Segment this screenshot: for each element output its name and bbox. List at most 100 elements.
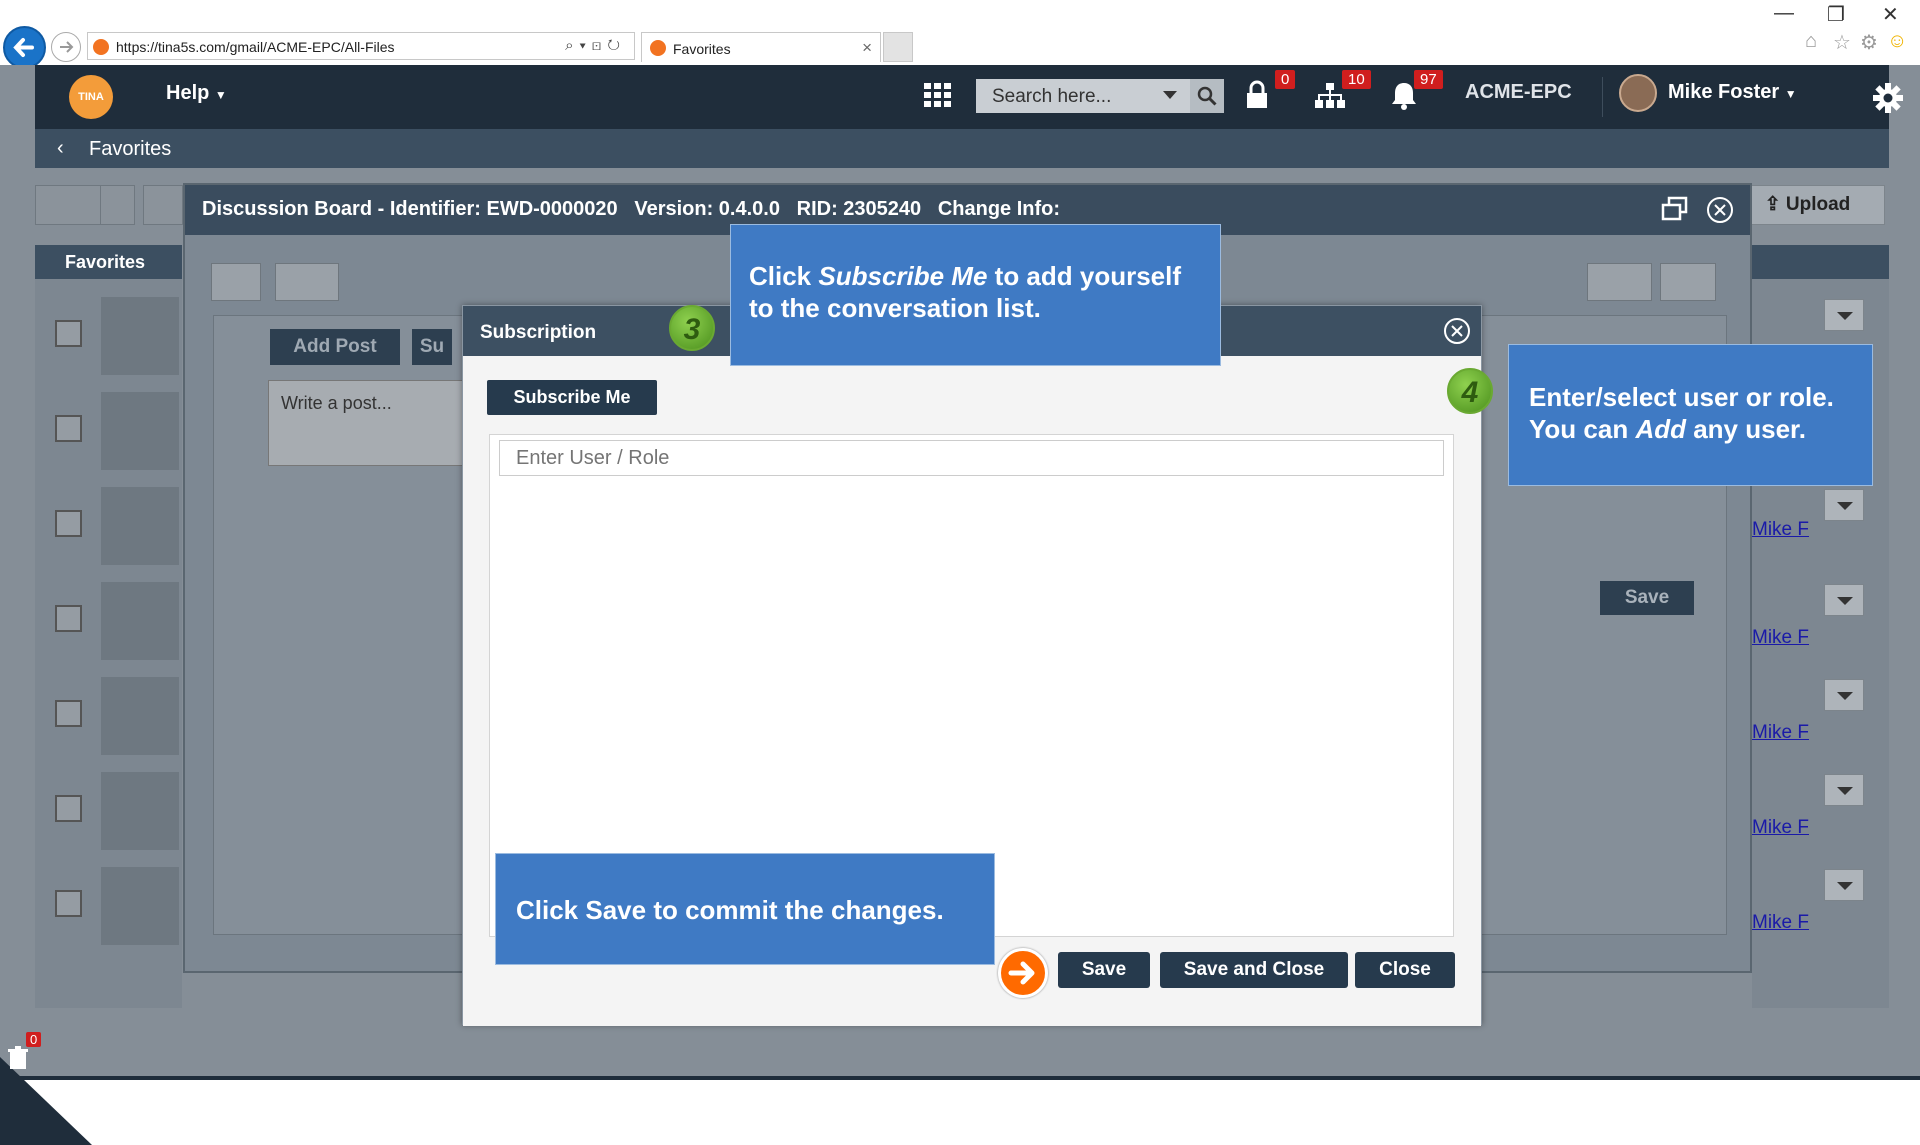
row-checkbox[interactable] bbox=[55, 605, 82, 632]
avatar[interactable] bbox=[1619, 74, 1657, 112]
new-tab-button[interactable] bbox=[883, 32, 913, 62]
favorite-star-icon[interactable] bbox=[1587, 263, 1652, 301]
row-checkbox[interactable] bbox=[55, 890, 82, 917]
callout-text: You can Add any user. bbox=[1529, 413, 1852, 445]
back-chevron-icon[interactable]: ‹ bbox=[57, 137, 64, 160]
help-menu[interactable]: Help ▼ bbox=[166, 82, 227, 105]
address-tools-icon[interactable]: ⌕▾⊡↻ bbox=[565, 37, 626, 54]
breadcrumb: ‹ Favorites bbox=[35, 129, 1889, 168]
row-menu-dropdown-icon[interactable] bbox=[1824, 584, 1864, 616]
close-button[interactable]: Close bbox=[1355, 952, 1455, 988]
trash-count-badge: 0 bbox=[26, 1032, 42, 1047]
row-checkbox[interactable] bbox=[55, 510, 82, 537]
list-item[interactable] bbox=[35, 477, 182, 572]
app-body: TINA Help ▼ Search here... 0 10 97 ACME-… bbox=[0, 65, 1920, 1145]
browser-tab[interactable]: Favorites × bbox=[641, 32, 881, 62]
list-item[interactable] bbox=[35, 667, 182, 762]
user-menu[interactable]: Mike Foster ▼ bbox=[1668, 81, 1797, 104]
row-menu-dropdown-icon[interactable] bbox=[1824, 489, 1864, 521]
collapse-icon[interactable] bbox=[275, 263, 339, 301]
tenant-name[interactable]: ACME-EPC bbox=[1465, 81, 1572, 104]
chevron-down-icon: ▼ bbox=[214, 88, 227, 102]
list-item: Mike F bbox=[1752, 762, 1889, 857]
org-count-badge: 10 bbox=[1342, 70, 1371, 89]
search-icon[interactable] bbox=[1190, 79, 1224, 113]
star-icon[interactable]: ☆ bbox=[1833, 30, 1851, 55]
search-box[interactable]: Search here... bbox=[976, 79, 1224, 113]
add-post-button[interactable]: Add Post bbox=[270, 329, 400, 365]
close-window-icon[interactable]: ✕ bbox=[1882, 2, 1899, 27]
list-item: Mike F bbox=[1752, 857, 1889, 952]
restore-icon[interactable]: ❐ bbox=[1827, 2, 1845, 27]
post-save-button[interactable]: Save bbox=[1600, 581, 1694, 615]
address-bar[interactable]: https://tina5s.com/gmail/ACME-EPC/All-Fi… bbox=[87, 32, 635, 60]
favorites-panel: Favorites bbox=[35, 245, 182, 1008]
gear-icon[interactable] bbox=[1873, 83, 1903, 113]
row-menu-dropdown-icon[interactable] bbox=[1824, 774, 1864, 806]
favorites-panel-title: Favorites bbox=[35, 245, 182, 279]
subscribe-tab-button[interactable]: Su bbox=[412, 329, 452, 365]
author-link[interactable]: Mike F bbox=[1752, 912, 1809, 934]
site-favicon-icon bbox=[93, 39, 109, 55]
author-link[interactable]: Mike F bbox=[1752, 817, 1809, 839]
author-link[interactable]: Mike F bbox=[1752, 519, 1809, 541]
breadcrumb-title: Favorites bbox=[89, 138, 172, 160]
smiley-icon[interactable]: ☺ bbox=[1887, 30, 1907, 53]
settings-gear-icon[interactable]: ⚙ bbox=[1860, 30, 1878, 55]
upload-button[interactable]: ⇪ Upload bbox=[1730, 185, 1885, 225]
trash-icon[interactable] bbox=[8, 1046, 28, 1070]
row-menu-dropdown-icon[interactable] bbox=[1824, 299, 1864, 331]
search-input[interactable]: Search here... bbox=[992, 86, 1111, 108]
row-menu-dropdown-icon[interactable] bbox=[1824, 869, 1864, 901]
row-checkbox[interactable] bbox=[55, 795, 82, 822]
user-role-input[interactable] bbox=[499, 440, 1444, 476]
trash-corner bbox=[0, 1057, 92, 1145]
refresh-icon[interactable] bbox=[211, 263, 261, 301]
list-item[interactable] bbox=[35, 857, 182, 952]
callout-emphasis: Add bbox=[1635, 414, 1686, 444]
save-and-close-button[interactable]: Save and Close bbox=[1160, 952, 1348, 988]
author-link[interactable]: Mike F bbox=[1752, 722, 1809, 744]
help-label: Help bbox=[166, 82, 210, 104]
user-name: Mike Foster bbox=[1668, 81, 1780, 103]
list-item[interactable] bbox=[35, 762, 182, 857]
options-dropdown-icon[interactable] bbox=[1660, 263, 1716, 301]
minimize-icon[interactable]: — bbox=[1774, 2, 1794, 25]
refresh-button[interactable] bbox=[143, 185, 183, 225]
user-role-callout: Enter/select user or role. You can Add an… bbox=[1508, 344, 1873, 486]
org-chart-icon[interactable] bbox=[1315, 83, 1345, 109]
subscribe-callout: Click Subscribe Me to add yourself to th… bbox=[730, 224, 1221, 366]
subscription-title: Subscription bbox=[480, 322, 597, 343]
row-checkbox[interactable] bbox=[55, 320, 82, 347]
search-dropdown-icon[interactable] bbox=[1163, 91, 1177, 99]
maximize-icon[interactable] bbox=[1661, 196, 1689, 222]
app-logo[interactable]: TINA bbox=[69, 75, 113, 119]
author-link[interactable]: Mike F bbox=[1752, 627, 1809, 649]
row-menu-dropdown-icon[interactable] bbox=[1824, 679, 1864, 711]
write-post-field[interactable]: Write a post... bbox=[268, 380, 468, 466]
row-checkbox[interactable] bbox=[55, 700, 82, 727]
callout-emphasis: Subscribe Me bbox=[818, 261, 988, 291]
select-dropdown-button[interactable] bbox=[100, 185, 135, 225]
callout-text: You can bbox=[1529, 414, 1636, 444]
list-item[interactable] bbox=[35, 382, 182, 477]
subscribe-me-button[interactable]: Subscribe Me bbox=[487, 380, 657, 415]
lock-icon[interactable] bbox=[1245, 80, 1269, 110]
row-checkbox[interactable] bbox=[55, 415, 82, 442]
list-item[interactable] bbox=[35, 572, 182, 667]
save-button[interactable]: Save bbox=[1058, 952, 1150, 988]
top-navigation: TINA Help ▼ Search here... 0 10 97 ACME-… bbox=[35, 65, 1903, 129]
tab-title: Favorites bbox=[673, 41, 731, 57]
close-icon[interactable] bbox=[1443, 317, 1471, 345]
tab-close-icon[interactable]: × bbox=[862, 38, 872, 58]
url-text: https://tina5s.com/gmail/ACME-EPC/All-Fi… bbox=[116, 39, 395, 55]
close-icon[interactable] bbox=[1706, 196, 1734, 224]
arrow-right-icon bbox=[998, 948, 1048, 998]
home-icon[interactable]: ⌂ bbox=[1805, 30, 1817, 53]
forward-arrow-icon[interactable] bbox=[51, 32, 81, 62]
back-arrow-icon[interactable] bbox=[3, 26, 46, 69]
file-logo-icon bbox=[101, 677, 179, 755]
apps-grid-icon[interactable] bbox=[924, 83, 952, 107]
save-callout: Click Save to commit the changes. bbox=[495, 853, 995, 965]
list-item[interactable] bbox=[35, 287, 182, 382]
